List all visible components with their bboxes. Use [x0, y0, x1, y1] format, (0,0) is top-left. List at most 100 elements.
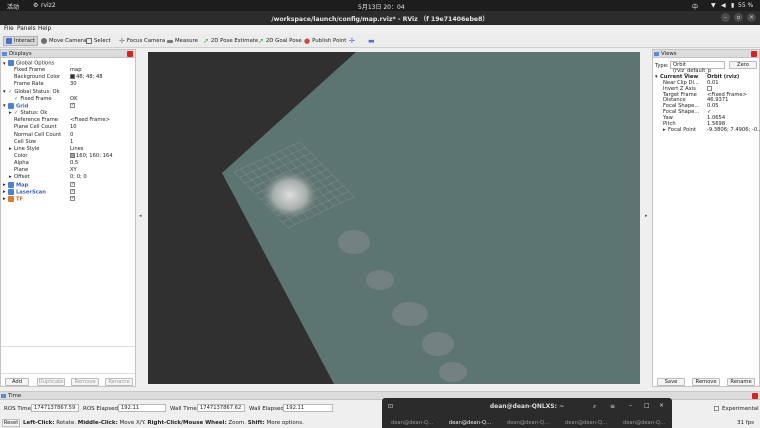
wifi-icon[interactable]: ▼ [711, 2, 716, 9]
display-row-value[interactable]: ✓ [70, 188, 76, 196]
view-tree-row[interactable]: ▸ Focal Point [663, 127, 696, 133]
minimize-icon[interactable]: – [721, 13, 730, 22]
display-tree-row[interactable]: Background Color [9, 74, 60, 81]
display-row-value[interactable]: 30 [70, 81, 77, 88]
battery-icon[interactable]: ▮ [731, 2, 734, 9]
maximize-icon[interactable]: □ [644, 402, 650, 409]
display-tree-row[interactable]: Cell Size [9, 139, 36, 146]
display-tree-row[interactable]: Normal Cell Count [9, 132, 61, 139]
enabled-checkbox[interactable]: ✓ [70, 181, 75, 187]
terminal-window[interactable]: ⊡ dean@dean-QNLXS: ~ ⌕ ≡ – □ × dean@dean… [382, 398, 672, 428]
close-icon[interactable]: × [659, 402, 664, 409]
menu-file[interactable]: File [4, 26, 14, 32]
terminal-tab[interactable]: dean@dean-Q... [442, 420, 498, 426]
rename-button[interactable]: Rename [105, 378, 133, 386]
enabled-checkbox[interactable]: ✓ [70, 188, 75, 194]
display-row-value[interactable]: 0.5 [70, 160, 78, 167]
display-tree-row[interactable]: Plane Cell Count [9, 124, 57, 131]
clock[interactable]: 5月13日 20：04 [358, 2, 405, 11]
close-icon[interactable] [127, 51, 133, 57]
terminal-tab[interactable]: dean@dean-Q... [616, 420, 672, 426]
invert-z-checkbox[interactable] [707, 85, 712, 91]
close-icon[interactable]: × [747, 13, 756, 22]
add-tool-button[interactable]: ✛ [347, 36, 357, 46]
render-viewport[interactable] [148, 52, 640, 384]
ros-time-field[interactable]: 1747137867.59 [31, 404, 79, 412]
menu-help[interactable]: Help [38, 26, 51, 32]
app-menu-label[interactable]: rviz2 [41, 2, 56, 9]
menu-panels[interactable]: Panels [17, 26, 36, 32]
terminal-tab[interactable]: dean@dean-Q... [384, 420, 440, 426]
close-icon[interactable] [751, 51, 757, 57]
publish-point-tool[interactable]: ● Publish Point [302, 36, 348, 46]
display-row-value[interactable]: ✓ [70, 102, 76, 110]
display-tree-row[interactable]: ▸ ✓ Status: Ok [9, 110, 47, 117]
display-row-value[interactable]: ✓ [70, 195, 76, 203]
collapse-right-icon[interactable]: ▸ [645, 213, 648, 219]
display-row-value[interactable]: ✓ [70, 181, 76, 189]
focus-camera-tool[interactable]: ✛ Focus Camera [117, 36, 167, 46]
display-row-value[interactable]: 0 [70, 132, 73, 139]
minimize-icon[interactable]: – [629, 402, 632, 409]
display-row-value[interactable]: 160; 160; 164 [70, 152, 113, 160]
view-type-select[interactable]: Orbit (rviz_default_p [670, 61, 725, 74]
display-tree-row[interactable]: ▾ Grid [3, 102, 28, 110]
display-tree-row[interactable]: ▸ LaserScan [3, 188, 46, 196]
display-tree-row[interactable]: Frame Rate [9, 81, 44, 88]
display-row-value[interactable]: 0; 0; 0 [70, 174, 87, 181]
maximize-icon[interactable]: ▫ [734, 13, 743, 22]
menu-icon[interactable]: ≡ [610, 403, 615, 410]
search-icon[interactable]: ⌕ [593, 403, 596, 411]
display-tree-row[interactable]: Fixed Frame [9, 67, 45, 74]
display-row-value[interactable]: 1 [70, 139, 73, 146]
display-tree-row[interactable]: ▾ Global Options [3, 60, 54, 67]
display-row-value[interactable]: 10 [70, 124, 77, 131]
display-tree-row[interactable]: ✓ Fixed Frame [9, 96, 52, 103]
collapse-left-icon[interactable]: ◂ [139, 213, 142, 219]
display-tree-row[interactable]: ▸ TF [3, 195, 23, 203]
display-tree-row[interactable]: ▸ Map [3, 181, 28, 189]
display-tree-row[interactable]: ▸ Offset [9, 174, 30, 181]
display-row-value[interactable]: OK [70, 96, 78, 103]
display-row-value[interactable]: Lines [70, 146, 84, 153]
terminal-tab[interactable]: dean@dean-Q... [558, 420, 614, 426]
move-camera-tool[interactable]: Move Camera [39, 36, 88, 46]
enabled-checkbox[interactable]: ✓ [70, 102, 75, 108]
color-swatch[interactable] [70, 74, 75, 80]
select-tool[interactable]: Select [84, 36, 113, 46]
reset-button[interactable]: Reset [2, 419, 20, 427]
display-row-value[interactable]: map [70, 67, 82, 74]
experimental-checkbox[interactable] [714, 406, 720, 412]
remove-tool-button[interactable]: ▬ [366, 36, 377, 46]
pose-estimate-tool[interactable]: ➚ 2D Pose Estimate [201, 36, 260, 46]
save-view-button[interactable]: Save [657, 378, 685, 386]
display-row-value[interactable]: <Fixed Frame> [70, 117, 110, 124]
zero-button[interactable]: Zero [729, 61, 757, 69]
measure-tool[interactable]: Measure [165, 36, 200, 46]
ros-elapsed-field[interactable]: 192.11 [118, 404, 166, 412]
activities-button[interactable]: 活动 [7, 2, 19, 11]
add-button[interactable]: Add [5, 378, 29, 386]
volume-icon[interactable]: ◀ [721, 2, 726, 9]
close-icon[interactable] [752, 393, 758, 399]
map-render[interactable] [148, 52, 640, 384]
display-row-value[interactable]: XY [70, 167, 77, 174]
window-title-bar[interactable]: /workspace/launch/config/map.rviz* - RVi… [0, 11, 760, 25]
goal-pose-tool[interactable]: ➚ 2D Goal Pose [256, 36, 304, 46]
display-tree-row[interactable]: ▸ Line Style [9, 146, 40, 153]
terminal-tab[interactable]: dean@dean-Q... [500, 420, 556, 426]
interact-tool[interactable]: Interact [3, 36, 39, 46]
wall-time-field[interactable]: 1747137867.62 [197, 404, 245, 412]
view-row-value[interactable]: -9.3806; 7.4906; -0... [707, 127, 760, 133]
color-swatch[interactable] [70, 152, 75, 158]
enabled-checkbox[interactable]: ✓ [70, 195, 75, 201]
remove-button[interactable]: Remove [71, 378, 99, 386]
wall-elapsed-field[interactable]: 192.11 [283, 404, 333, 412]
display-tree-row[interactable]: Reference Frame [9, 117, 58, 124]
duplicate-button[interactable]: Duplicate [37, 378, 65, 386]
display-tree-row[interactable]: Alpha [9, 160, 29, 167]
display-tree-row[interactable]: Color [9, 153, 28, 160]
display-tree-row[interactable]: Plane [9, 167, 28, 174]
display-tree-row[interactable]: ▾ ✓ Global Status: Ok [3, 89, 60, 96]
app-menu-icon[interactable]: ⚙ [33, 2, 38, 9]
